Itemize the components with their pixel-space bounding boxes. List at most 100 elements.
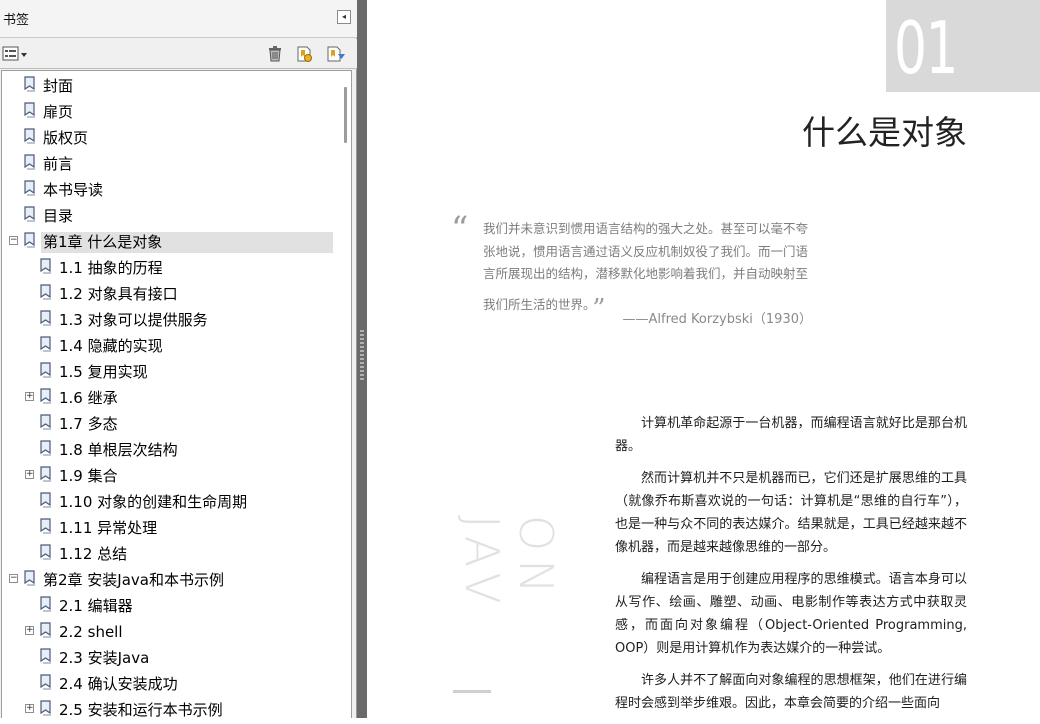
- expand-toggle-icon[interactable]: +: [25, 704, 34, 713]
- expand-toggle-icon[interactable]: +: [25, 626, 34, 635]
- bookmark-panel: 书签 ◂ 封面 扉页 版权页 前言 本书导读 目录 − 第1章 什么是对象 1.…: [0, 0, 357, 718]
- panel-header: 书签 ◂: [0, 0, 357, 38]
- panel-splitter[interactable]: [357, 0, 367, 718]
- bookmark-label: 2.5 安装和运行本书示例: [59, 701, 223, 718]
- bookmark-tree: 封面扉页版权页前言本书导读目录 − 第1章 什么是对象 1.1 抽象的历程 1.2 对象…: [1, 70, 352, 718]
- bookmark-item[interactable]: 1.2 对象具有接口: [2, 282, 342, 306]
- bookmark-item[interactable]: − 第2章 安装Java和本书示例: [2, 568, 342, 592]
- bookmark-icon: [39, 258, 53, 276]
- bookmark-label: 1.9 集合: [59, 467, 118, 485]
- bookmark-icon: [39, 466, 53, 484]
- bookmark-label: 1.11 异常处理: [59, 519, 158, 537]
- bookmark-label: 前言: [43, 155, 74, 173]
- side-decoration-bar: [453, 690, 491, 693]
- bookmark-item[interactable]: 目录: [2, 204, 342, 228]
- bookmark-label: 1.5 复用实现: [59, 363, 148, 381]
- epigraph-quote: 我们并未意识到惯用语言结构的强大之处。甚至可以毫不夸张地说，惯用语言通过语义反应…: [483, 218, 813, 324]
- bookmark-properties-icon[interactable]: [326, 45, 346, 63]
- bookmark-item[interactable]: 版权页: [2, 126, 342, 150]
- bookmark-label: 1.10 对象的创建和生命周期: [59, 493, 248, 511]
- document-page: 01 什么是对象 “ 我们并未意识到惯用语言结构的强大之处。甚至可以毫不夸张地说…: [367, 0, 1040, 718]
- bookmark-item[interactable]: 2.4 确认安装成功: [2, 672, 342, 696]
- bookmark-label: 1.7 多态: [59, 415, 118, 433]
- bookmark-icon: [39, 518, 53, 536]
- bookmark-label: 目录: [43, 207, 74, 225]
- bookmark-icon: [23, 206, 37, 224]
- bookmark-label: 1.3 对象可以提供服务: [59, 311, 208, 329]
- bookmark-item[interactable]: 本书导读: [2, 178, 342, 202]
- new-bookmark-icon[interactable]: [295, 45, 313, 63]
- collapse-panel-button[interactable]: ◂: [337, 10, 351, 24]
- bookmark-item[interactable]: +1.9 集合: [2, 464, 342, 488]
- bookmark-icon: [23, 128, 37, 146]
- bookmark-icon: [23, 180, 37, 198]
- bookmark-item[interactable]: 扉页: [2, 100, 342, 124]
- bookmark-label: 1.8 单根层次结构: [59, 441, 178, 459]
- bookmark-item[interactable]: 1.7 多态: [2, 412, 342, 436]
- close-quote-icon: ”: [592, 293, 606, 324]
- bookmark-label: 2.4 确认安装成功: [59, 675, 178, 693]
- bookmark-item[interactable]: 1.12 总结: [2, 542, 342, 566]
- bookmark-label: 封面: [43, 77, 74, 95]
- paragraph: 计算机革命起源于一台机器，而编程语言就好比是那台机器。: [615, 416, 967, 454]
- bookmark-icon: [39, 310, 53, 328]
- bookmark-item[interactable]: 1.10 对象的创建和生命周期: [2, 490, 342, 514]
- bookmark-icon: [39, 336, 53, 354]
- scrollbar-thumb[interactable]: [344, 87, 347, 143]
- bookmark-icon: [39, 414, 53, 432]
- bookmark-item[interactable]: 前言: [2, 152, 342, 176]
- bookmark-item[interactable]: +2.5 安装和运行本书示例: [2, 698, 342, 718]
- bookmark-item[interactable]: 2.3 安装Java: [2, 646, 342, 670]
- bookmark-item[interactable]: 1.8 单根层次结构: [2, 438, 342, 462]
- collapse-toggle-icon[interactable]: −: [9, 236, 18, 245]
- expand-toggle-icon[interactable]: +: [25, 392, 34, 401]
- bookmark-icon: [39, 544, 53, 562]
- bookmark-label: 1.2 对象具有接口: [59, 285, 178, 303]
- bookmark-item[interactable]: 1.4 隐藏的实现: [2, 334, 342, 358]
- bookmark-icon: [39, 284, 53, 302]
- bookmark-item[interactable]: 1.11 异常处理: [2, 516, 342, 540]
- bookmark-label: 第2章 安装Java和本书示例: [43, 571, 224, 589]
- chapter-number-block: 01: [886, 0, 1040, 92]
- bookmark-icon: [23, 570, 37, 588]
- paragraph: 然而计算机并不只是机器而已，它们还是扩展思维的工具（就像乔布斯喜欢说的一句话：计…: [615, 471, 967, 555]
- bookmark-icon: [23, 76, 37, 94]
- bookmark-item[interactable]: 1.1 抽象的历程: [2, 256, 342, 280]
- bookmark-icon: [23, 154, 37, 172]
- trash-icon[interactable]: [266, 45, 284, 63]
- bookmark-item[interactable]: 封面: [2, 74, 342, 98]
- bookmark-label: 1.12 总结: [59, 545, 128, 563]
- bookmark-label: 2.3 安装Java: [59, 649, 150, 667]
- collapse-toggle-icon[interactable]: −: [9, 574, 18, 583]
- panel-toolbar: [0, 39, 357, 69]
- bookmark-item[interactable]: +1.6 继承: [2, 386, 342, 410]
- bookmark-label: 2.2 shell: [59, 623, 123, 641]
- bookmark-icon: [39, 674, 53, 692]
- bookmark-icon: [39, 596, 53, 614]
- bookmark-item[interactable]: +2.2 shell: [2, 620, 342, 644]
- bookmark-item[interactable]: 1.5 复用实现: [2, 360, 342, 384]
- bookmark-icon: [23, 102, 37, 120]
- epigraph-text: 我们并未意识到惯用语言结构的强大之处。甚至可以毫不夸张地说，惯用语言通过语义反应…: [483, 221, 809, 312]
- chapter-number: 01: [894, 6, 959, 90]
- options-menu-icon[interactable]: [2, 45, 30, 63]
- bookmark-label: 扉页: [43, 103, 74, 121]
- panel-title: 书签: [3, 13, 30, 28]
- bookmark-label: 版权页: [43, 129, 89, 147]
- side-watermark: ON JAV: [455, 515, 563, 612]
- bookmark-label: 1.1 抽象的历程: [59, 259, 163, 277]
- chapter-title: 什么是对象: [802, 113, 967, 152]
- bookmark-label: 1.4 隐藏的实现: [59, 337, 163, 355]
- splitter-grip-icon[interactable]: [360, 330, 364, 382]
- bookmark-item[interactable]: − 第1章 什么是对象: [2, 230, 342, 254]
- bookmark-icon: [39, 362, 53, 380]
- open-quote-icon: “: [451, 209, 469, 249]
- bookmark-label: 2.1 编辑器: [59, 597, 133, 615]
- bookmark-item[interactable]: 1.3 对象可以提供服务: [2, 308, 342, 332]
- bookmark-icon: [39, 648, 53, 666]
- expand-toggle-icon[interactable]: +: [25, 470, 34, 479]
- bookmark-item[interactable]: 2.1 编辑器: [2, 594, 342, 618]
- bookmark-icon: [39, 492, 53, 510]
- bookmark-icon: [39, 388, 53, 406]
- paragraph: 编程语言是用于创建应用程序的思维模式。语言本身可以从写作、绘画、雕塑、动画、电影…: [615, 572, 967, 656]
